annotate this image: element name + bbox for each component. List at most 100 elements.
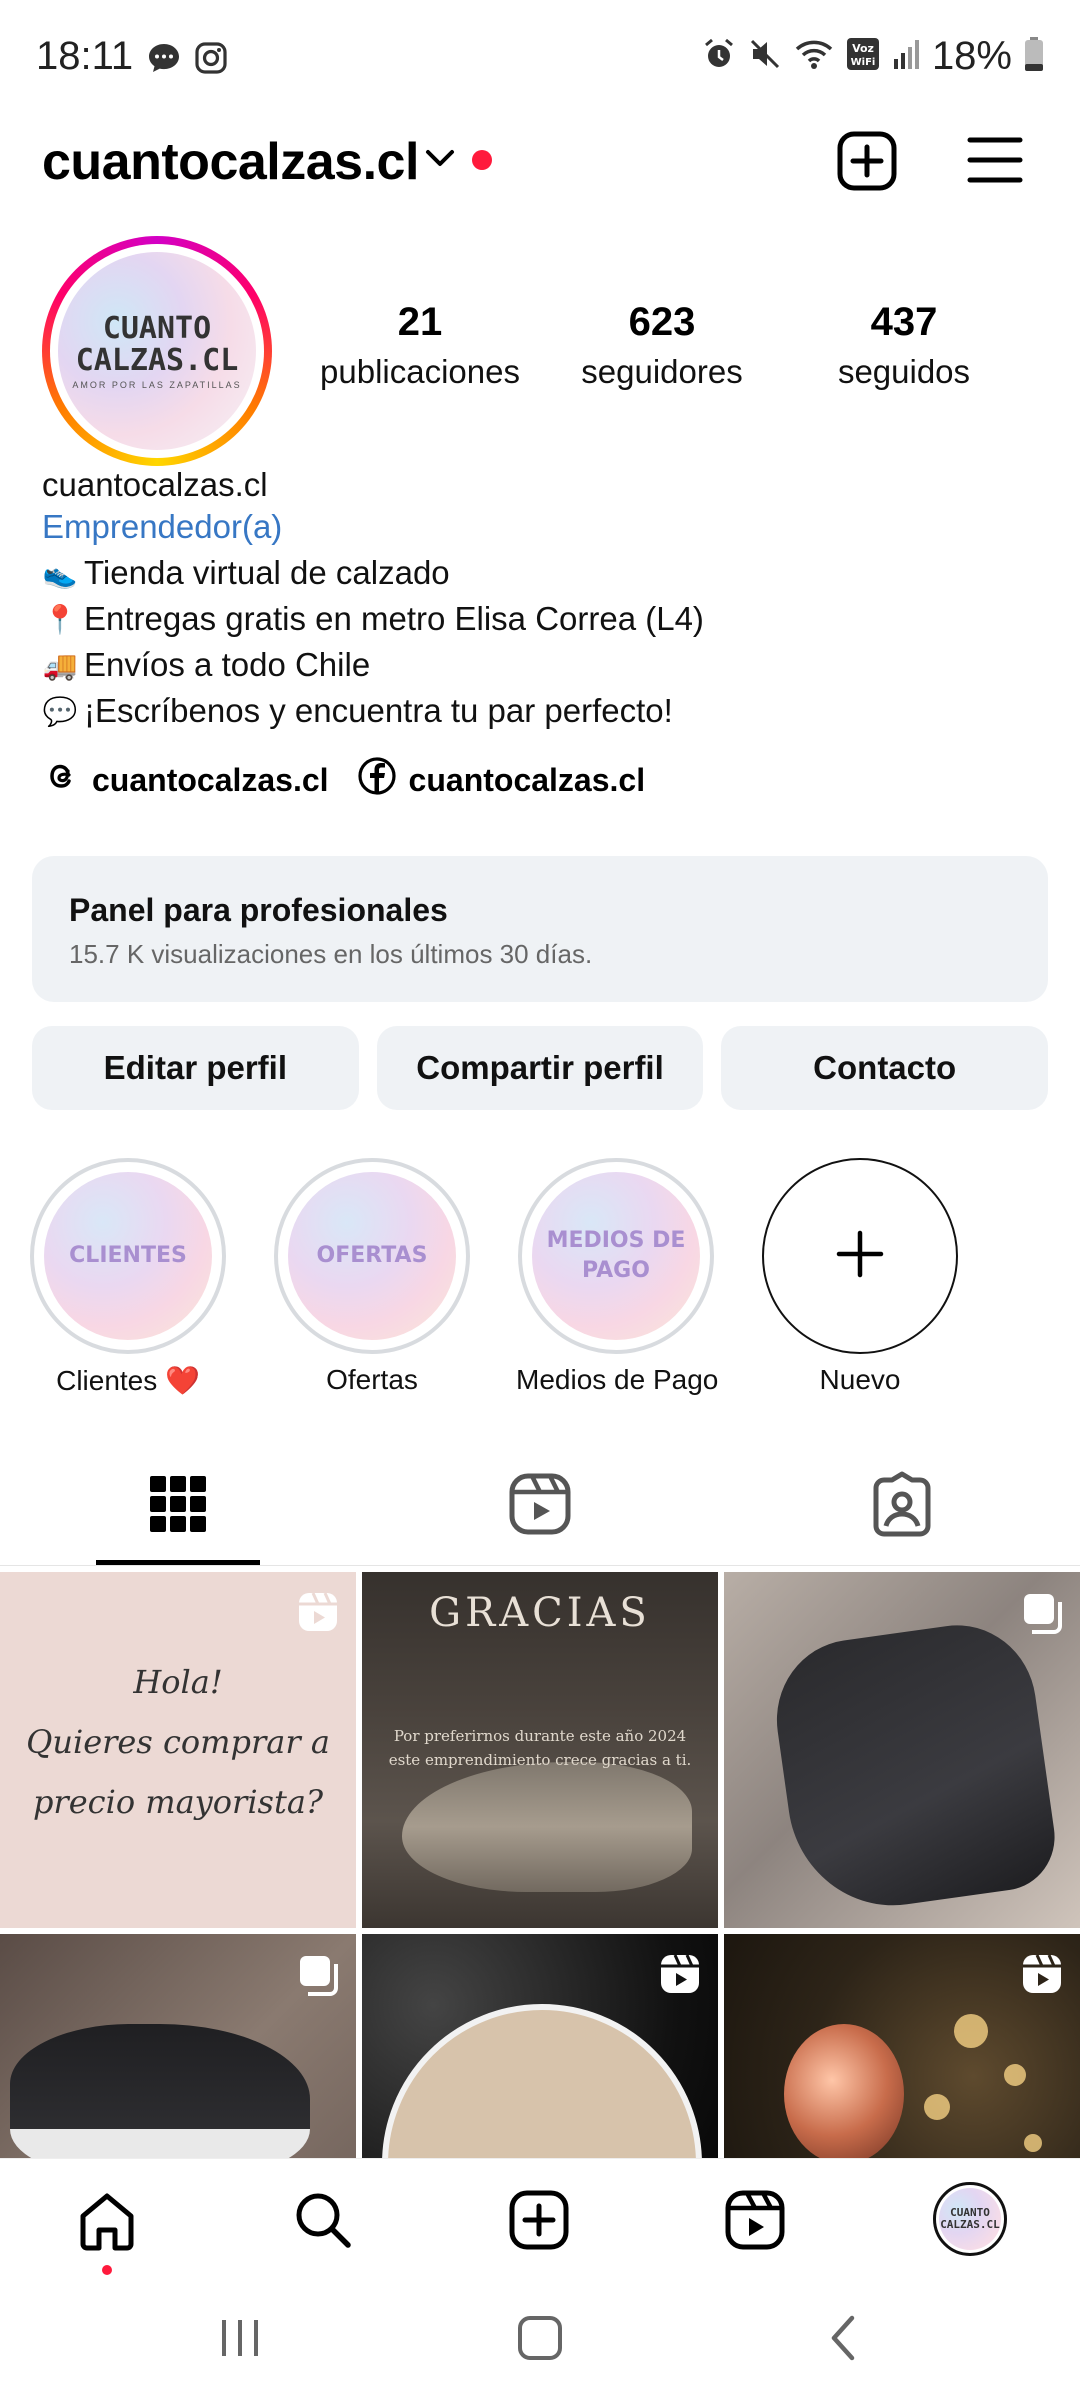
panel-subtitle: 15.7 K visualizaciones en los últimos 30… bbox=[69, 939, 593, 969]
profile-stats: 21 publicaciones 623 seguidores 437 segu… bbox=[300, 300, 1060, 410]
create-icon[interactable] bbox=[504, 2185, 574, 2255]
profile-name: cuantocalzas.cl bbox=[42, 466, 268, 503]
story-highlights: CLIENTES Clientes ❤️ OFERTAS Ofertas MED… bbox=[28, 1158, 1080, 1398]
edit-profile-button[interactable]: Editar perfil bbox=[32, 1026, 359, 1110]
grid-icon[interactable] bbox=[142, 1468, 214, 1540]
bokeh-light bbox=[924, 2094, 950, 2120]
post-title: GRACIAS bbox=[429, 1590, 651, 1636]
recents-icon[interactable] bbox=[216, 2310, 264, 2371]
bio-line: 📍 Entregas gratis en metro Elisa Correa … bbox=[42, 600, 1042, 638]
threads-link-text: cuantocalzas.cl bbox=[92, 761, 329, 798]
facebook-link-text: cuantocalzas.cl bbox=[408, 761, 646, 798]
post-text: Hola! Quieres comprar a precio mayorista… bbox=[26, 1663, 330, 1821]
carousel-icon bbox=[1020, 1590, 1064, 1639]
highlight-label: Nuevo bbox=[819, 1364, 901, 1395]
profile-links: cuantocalzas.cl cuantocalzas.cl bbox=[42, 756, 659, 804]
highlight-cover: OFERTAS bbox=[288, 1172, 456, 1340]
post-thumbnail[interactable]: Hola! Quieres comprar a precio mayorista… bbox=[0, 1572, 356, 1928]
bio-text: ¡Escríbenos y encuentra tu par perfecto! bbox=[84, 692, 673, 729]
carousel-icon bbox=[296, 1952, 340, 2001]
tagged-icon[interactable] bbox=[866, 1468, 938, 1540]
instagram-icon bbox=[194, 41, 228, 80]
shoe-image bbox=[382, 2004, 702, 2158]
system-navigation-bar bbox=[0, 2280, 1080, 2400]
highlight-new[interactable]: Nuevo bbox=[760, 1158, 960, 1396]
highlight-medios-de-pago[interactable]: MEDIOS DE PAGO Medios de Pago bbox=[516, 1158, 719, 1396]
svg-text:Voz: Voz bbox=[852, 42, 874, 55]
post-thumbnail[interactable] bbox=[0, 1934, 356, 2158]
reel-badge-icon bbox=[296, 1590, 340, 1639]
bottom-navigation: CUANTO CALZAS.CL bbox=[0, 2158, 1080, 2280]
avatar-image: CUANTO CALZAS.CL bbox=[939, 2188, 1001, 2250]
posts-grid: Hola! Quieres comprar a precio mayorista… bbox=[0, 1572, 1080, 2158]
avatar-logo-text: CUANTO CALZAS.CL bbox=[75, 310, 239, 378]
highlight-label: Medios de Pago bbox=[516, 1364, 719, 1395]
stat-number: 21 bbox=[397, 300, 443, 344]
avatar-logo-subtitle: AMOR POR LAS ZAPATILLAS bbox=[72, 379, 242, 390]
stat-label: publicaciones bbox=[320, 353, 520, 390]
chevron-down-icon[interactable] bbox=[424, 146, 456, 175]
battery-percent: 18% bbox=[931, 34, 1012, 78]
profile-bio: cuantocalzas.cl Emprendedor(a) 👟 Tienda … bbox=[42, 466, 1042, 730]
shoe-image bbox=[766, 1615, 1062, 1919]
bio-line: 👟 Tienda virtual de calzado bbox=[42, 554, 1042, 592]
create-post-icon[interactable] bbox=[836, 130, 898, 197]
profile-nav-avatar[interactable]: CUANTO CALZAS.CL bbox=[930, 2179, 1010, 2259]
stat-posts[interactable]: 21 publicaciones bbox=[300, 300, 540, 391]
account-switcher-username[interactable]: cuantocalzas.cl bbox=[42, 132, 419, 192]
alarm-icon bbox=[702, 37, 736, 76]
new-highlight-button[interactable] bbox=[762, 1158, 958, 1354]
post-thumbnail[interactable]: GRACIAS Por preferirnos durante este año… bbox=[362, 1572, 718, 1928]
stat-label: seguidos bbox=[837, 353, 971, 390]
professional-dashboard-panel[interactable]: Panel para profesionales 15.7 K visualiz… bbox=[32, 856, 1048, 1002]
back-icon[interactable] bbox=[820, 2310, 868, 2371]
profile-category: Emprendedor(a) bbox=[42, 508, 283, 545]
stat-number: 437 bbox=[870, 300, 938, 344]
highlight-ofertas[interactable]: OFERTAS Ofertas bbox=[272, 1158, 472, 1396]
shoe-emoji-icon: 👟 bbox=[42, 557, 78, 589]
facebook-icon bbox=[357, 756, 397, 804]
search-icon[interactable] bbox=[288, 2185, 358, 2255]
post-thumbnail[interactable] bbox=[362, 1934, 718, 2158]
bokeh-light bbox=[954, 2014, 988, 2048]
speech-bubble-emoji-icon: 💬 bbox=[42, 695, 78, 727]
stat-followers[interactable]: 623 seguidores bbox=[542, 300, 782, 391]
post-thumbnail[interactable] bbox=[724, 1572, 1080, 1928]
signal-icon bbox=[892, 37, 920, 76]
ornament-image bbox=[784, 2024, 904, 2158]
contact-button[interactable]: Contacto bbox=[721, 1026, 1049, 1110]
highlight-cover: CLIENTES bbox=[44, 1172, 212, 1340]
home-button-icon[interactable] bbox=[514, 2310, 566, 2371]
share-profile-button[interactable]: Compartir perfil bbox=[376, 1026, 704, 1110]
status-time: 18:11 bbox=[36, 34, 134, 78]
bio-line: 🚚 Envíos a todo Chile bbox=[42, 646, 1042, 684]
post-subtitle: Por preferirnos durante este año 2024 es… bbox=[388, 1727, 692, 1769]
panel-title: Panel para profesionales bbox=[69, 892, 448, 928]
reel-badge-icon bbox=[1020, 1952, 1064, 2001]
battery-icon bbox=[1024, 36, 1044, 77]
threads-link[interactable]: cuantocalzas.cl bbox=[42, 757, 329, 803]
profile-header: cuantocalzas.cl bbox=[0, 120, 1080, 200]
facebook-link[interactable]: cuantocalzas.cl bbox=[357, 756, 646, 804]
shoe-image bbox=[402, 1762, 692, 1892]
home-icon[interactable] bbox=[72, 2185, 142, 2255]
highlight-ring: OFERTAS bbox=[274, 1158, 470, 1354]
volte-icon: Voz WiFi bbox=[846, 37, 880, 76]
avatar: CUANTO CALZAS.CL bbox=[933, 2182, 1007, 2256]
highlight-label: Clientes ❤️ bbox=[56, 1365, 200, 1396]
highlight-clientes[interactable]: CLIENTES Clientes ❤️ bbox=[28, 1158, 228, 1397]
reels-tab-icon[interactable] bbox=[504, 1468, 576, 1540]
highlight-ring: MEDIOS DE PAGO bbox=[518, 1158, 714, 1354]
stat-following[interactable]: 437 seguidos bbox=[784, 300, 1024, 391]
bio-line: 💬 ¡Escríbenos y encuentra tu par perfect… bbox=[42, 692, 1042, 730]
highlight-ring: CLIENTES bbox=[30, 1158, 226, 1354]
reel-badge-icon bbox=[658, 1952, 702, 2001]
shoe-image bbox=[10, 2024, 310, 2158]
highlight-cover: MEDIOS DE PAGO bbox=[532, 1172, 700, 1340]
menu-icon[interactable] bbox=[966, 134, 1024, 191]
reels-icon[interactable] bbox=[720, 2185, 790, 2255]
post-thumbnail[interactable] bbox=[724, 1934, 1080, 2158]
stat-number: 623 bbox=[628, 300, 696, 344]
highlight-label: Ofertas bbox=[326, 1364, 418, 1395]
profile-avatar-story-ring[interactable]: CUANTO CALZAS.CL AMOR POR LAS ZAPATILLAS bbox=[42, 236, 272, 466]
